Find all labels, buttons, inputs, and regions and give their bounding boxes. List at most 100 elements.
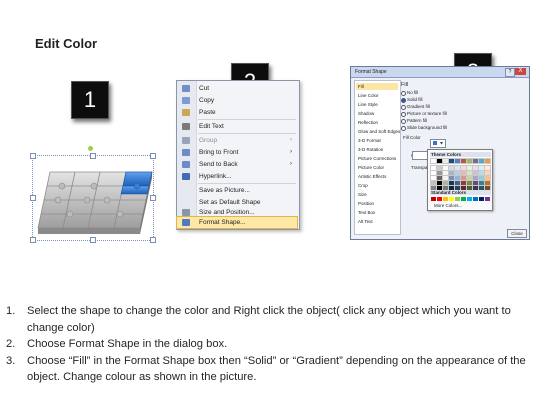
color-swatch[interactable] — [479, 197, 484, 201]
menu-item-copy[interactable]: Copy — [177, 95, 297, 106]
color-swatch[interactable] — [442, 158, 449, 164]
color-swatch[interactable] — [442, 175, 449, 181]
color-swatch[interactable] — [478, 170, 485, 176]
color-swatch[interactable] — [442, 170, 449, 176]
color-swatch[interactable] — [442, 165, 449, 171]
radio-picture-fill[interactable] — [401, 112, 406, 117]
color-swatch[interactable] — [448, 175, 455, 181]
category-position[interactable]: Position — [358, 200, 398, 207]
color-swatch[interactable] — [443, 197, 448, 201]
color-swatch[interactable] — [478, 158, 485, 164]
menu-item-cut[interactable]: Cut — [177, 83, 297, 94]
category-glow[interactable]: Glow and Soft Edges — [358, 128, 400, 135]
color-swatch[interactable] — [472, 158, 479, 164]
color-swatch[interactable] — [485, 197, 490, 201]
color-swatch[interactable] — [430, 170, 437, 176]
category-reflection[interactable]: Reflection — [358, 119, 398, 126]
color-swatch[interactable] — [430, 165, 437, 171]
menu-item-edit-text[interactable]: Edit Text — [177, 121, 297, 132]
resize-handle[interactable] — [150, 153, 156, 159]
category-3d-rotation[interactable]: 3-D Rotation — [358, 146, 398, 153]
color-swatch[interactable] — [437, 197, 442, 201]
color-swatch[interactable] — [466, 158, 473, 164]
color-swatch[interactable] — [473, 197, 478, 201]
color-swatch[interactable] — [449, 197, 454, 201]
color-swatch[interactable] — [478, 180, 485, 186]
color-swatch[interactable] — [436, 158, 443, 164]
menu-item-paste[interactable]: Paste — [177, 107, 297, 118]
menu-item-bring-to-front[interactable]: Bring to Front › — [177, 147, 297, 158]
resize-handle[interactable] — [30, 153, 36, 159]
color-swatch[interactable] — [484, 170, 491, 176]
help-button[interactable]: ? — [505, 68, 515, 77]
color-swatch[interactable] — [454, 170, 461, 176]
color-swatch[interactable] — [484, 158, 491, 164]
category-line-color[interactable]: Line Color — [358, 92, 398, 99]
color-swatch[interactable] — [484, 175, 491, 181]
color-swatch[interactable] — [436, 175, 443, 181]
menu-item-group[interactable]: Group › — [177, 135, 297, 146]
color-swatch[interactable] — [472, 175, 479, 181]
color-swatch[interactable] — [460, 158, 467, 164]
color-swatch[interactable] — [467, 197, 472, 201]
color-swatch[interactable] — [466, 175, 473, 181]
color-swatch[interactable] — [454, 165, 461, 171]
menu-item-format-shape[interactable]: Format Shape... — [176, 216, 298, 229]
color-swatch[interactable] — [460, 175, 467, 181]
menu-item-send-to-back[interactable]: Send to Back › — [177, 159, 297, 170]
color-swatch[interactable] — [448, 158, 455, 164]
menu-item-hyperlink[interactable]: Hyperlink... — [177, 171, 297, 182]
radio-solid-fill[interactable] — [401, 98, 406, 103]
fill-color-button[interactable] — [430, 139, 446, 148]
category-fill[interactable]: Fill — [356, 83, 398, 90]
color-swatch[interactable] — [478, 175, 485, 181]
color-swatch[interactable] — [454, 158, 461, 164]
radio-pattern-fill[interactable] — [401, 119, 406, 124]
color-swatch[interactable] — [430, 175, 437, 181]
close-button[interactable]: Close — [507, 229, 527, 238]
color-swatch[interactable] — [448, 180, 455, 186]
category-crop[interactable]: Crop — [358, 182, 398, 189]
category-size[interactable]: Size — [358, 191, 398, 198]
color-swatch[interactable] — [442, 180, 449, 186]
color-swatch[interactable] — [454, 180, 461, 186]
color-swatch[interactable] — [436, 180, 443, 186]
color-swatch[interactable] — [472, 180, 479, 186]
color-swatch[interactable] — [431, 197, 436, 201]
menu-item-save-as-picture[interactable]: Save as Picture... — [177, 185, 297, 196]
color-swatch[interactable] — [448, 165, 455, 171]
color-swatch[interactable] — [430, 180, 437, 186]
color-swatch[interactable] — [460, 180, 467, 186]
color-swatch[interactable] — [472, 165, 479, 171]
more-colors-link[interactable]: More Colors... — [434, 203, 462, 208]
color-swatch[interactable] — [466, 165, 473, 171]
category-artistic-effects[interactable]: Artistic Effects — [358, 173, 398, 180]
radio-no-fill[interactable] — [401, 91, 406, 96]
color-swatch[interactable] — [430, 158, 437, 164]
category-alt-text[interactable]: Alt Text — [358, 218, 398, 225]
color-swatch[interactable] — [461, 197, 466, 201]
category-shadow[interactable]: Shadow — [358, 110, 398, 117]
color-swatch[interactable] — [460, 165, 467, 171]
color-swatch[interactable] — [436, 170, 443, 176]
color-swatch[interactable] — [460, 170, 467, 176]
resize-handle[interactable] — [90, 153, 96, 159]
radio-slide-background-fill[interactable] — [401, 126, 406, 131]
color-swatch[interactable] — [455, 197, 460, 201]
color-swatch[interactable] — [466, 170, 473, 176]
close-icon[interactable]: X — [515, 68, 526, 75]
category-line-style[interactable]: Line Style — [358, 101, 398, 108]
category-picture-corrections[interactable]: Picture Corrections — [358, 155, 398, 162]
category-text-box[interactable]: Text Box — [358, 209, 398, 216]
color-swatch[interactable] — [484, 180, 491, 186]
color-swatch[interactable] — [478, 165, 485, 171]
radio-gradient-fill[interactable] — [401, 105, 406, 110]
color-swatch[interactable] — [466, 180, 473, 186]
color-swatch[interactable] — [448, 170, 455, 176]
category-3d-format[interactable]: 3-D Format — [358, 137, 398, 144]
color-swatch[interactable] — [472, 170, 479, 176]
color-swatch[interactable] — [436, 165, 443, 171]
rotation-handle[interactable] — [88, 146, 93, 151]
category-picture-color[interactable]: Picture Color — [358, 164, 398, 171]
color-swatch[interactable] — [454, 175, 461, 181]
